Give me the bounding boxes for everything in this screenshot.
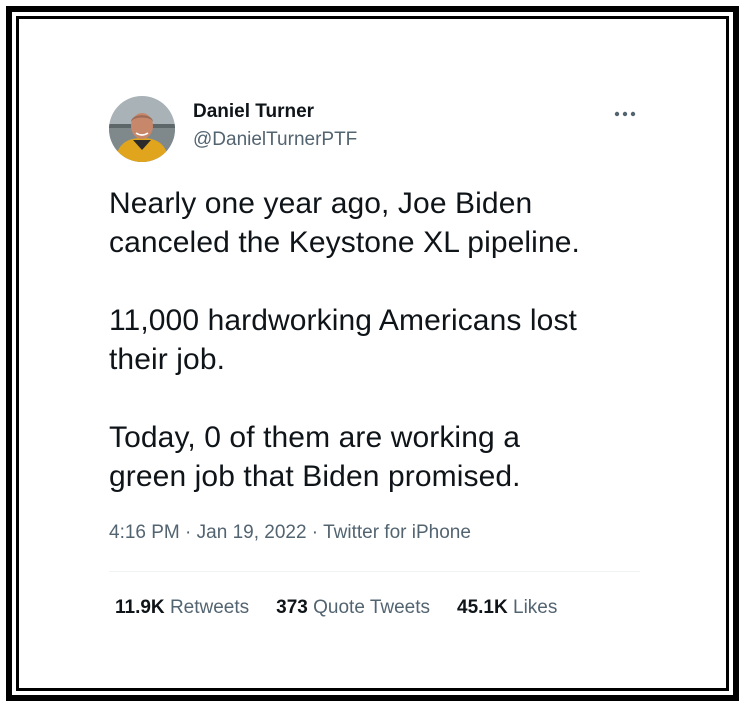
display-name[interactable]: Daniel Turner (193, 101, 314, 123)
engagement-stats: 11.9K Retweets 373 Quote Tweets 45.1K Li… (115, 597, 584, 619)
quote-tweets-link[interactable]: 373 Quote Tweets (276, 597, 430, 619)
likes-link[interactable]: 45.1K Likes (457, 597, 557, 619)
quote-tweets-count: 373 (276, 597, 308, 618)
retweets-link[interactable]: 11.9K Retweets (115, 597, 249, 619)
tweet-source-link[interactable]: Twitter for iPhone (323, 522, 471, 543)
tweet-paragraph: Nearly one year ago, Joe Biden canceled … (109, 187, 580, 259)
avatar-photo (109, 96, 175, 162)
likes-count: 45.1K (457, 597, 508, 618)
tweet-date-link[interactable]: Jan 19, 2022 (197, 522, 307, 543)
more-horizontal-icon (614, 111, 636, 117)
user-handle[interactable]: @DanielTurnerPTF (193, 129, 357, 151)
more-options-button[interactable] (608, 100, 642, 128)
avatar[interactable] (109, 96, 175, 162)
tweet-time-link[interactable]: 4:16 PM (109, 522, 180, 543)
quote-tweets-label: Quote Tweets (313, 597, 431, 618)
meta-separator: · (179, 522, 197, 543)
tweet-paragraph: Today, 0 of them are working a green job… (109, 421, 521, 493)
retweets-label: Retweets (169, 597, 250, 618)
tweet-text: Nearly one year ago, Joe Biden canceled … (109, 184, 654, 496)
meta-separator: · (306, 522, 324, 543)
divider (109, 571, 640, 572)
tweet-meta: 4:16 PM · Jan 19, 2022 · Twitter for iPh… (109, 522, 471, 544)
tweet-paragraph: 11,000 hardworking Americans lost their … (109, 304, 577, 376)
likes-label: Likes (513, 597, 558, 618)
retweets-count: 11.9K (115, 597, 165, 618)
